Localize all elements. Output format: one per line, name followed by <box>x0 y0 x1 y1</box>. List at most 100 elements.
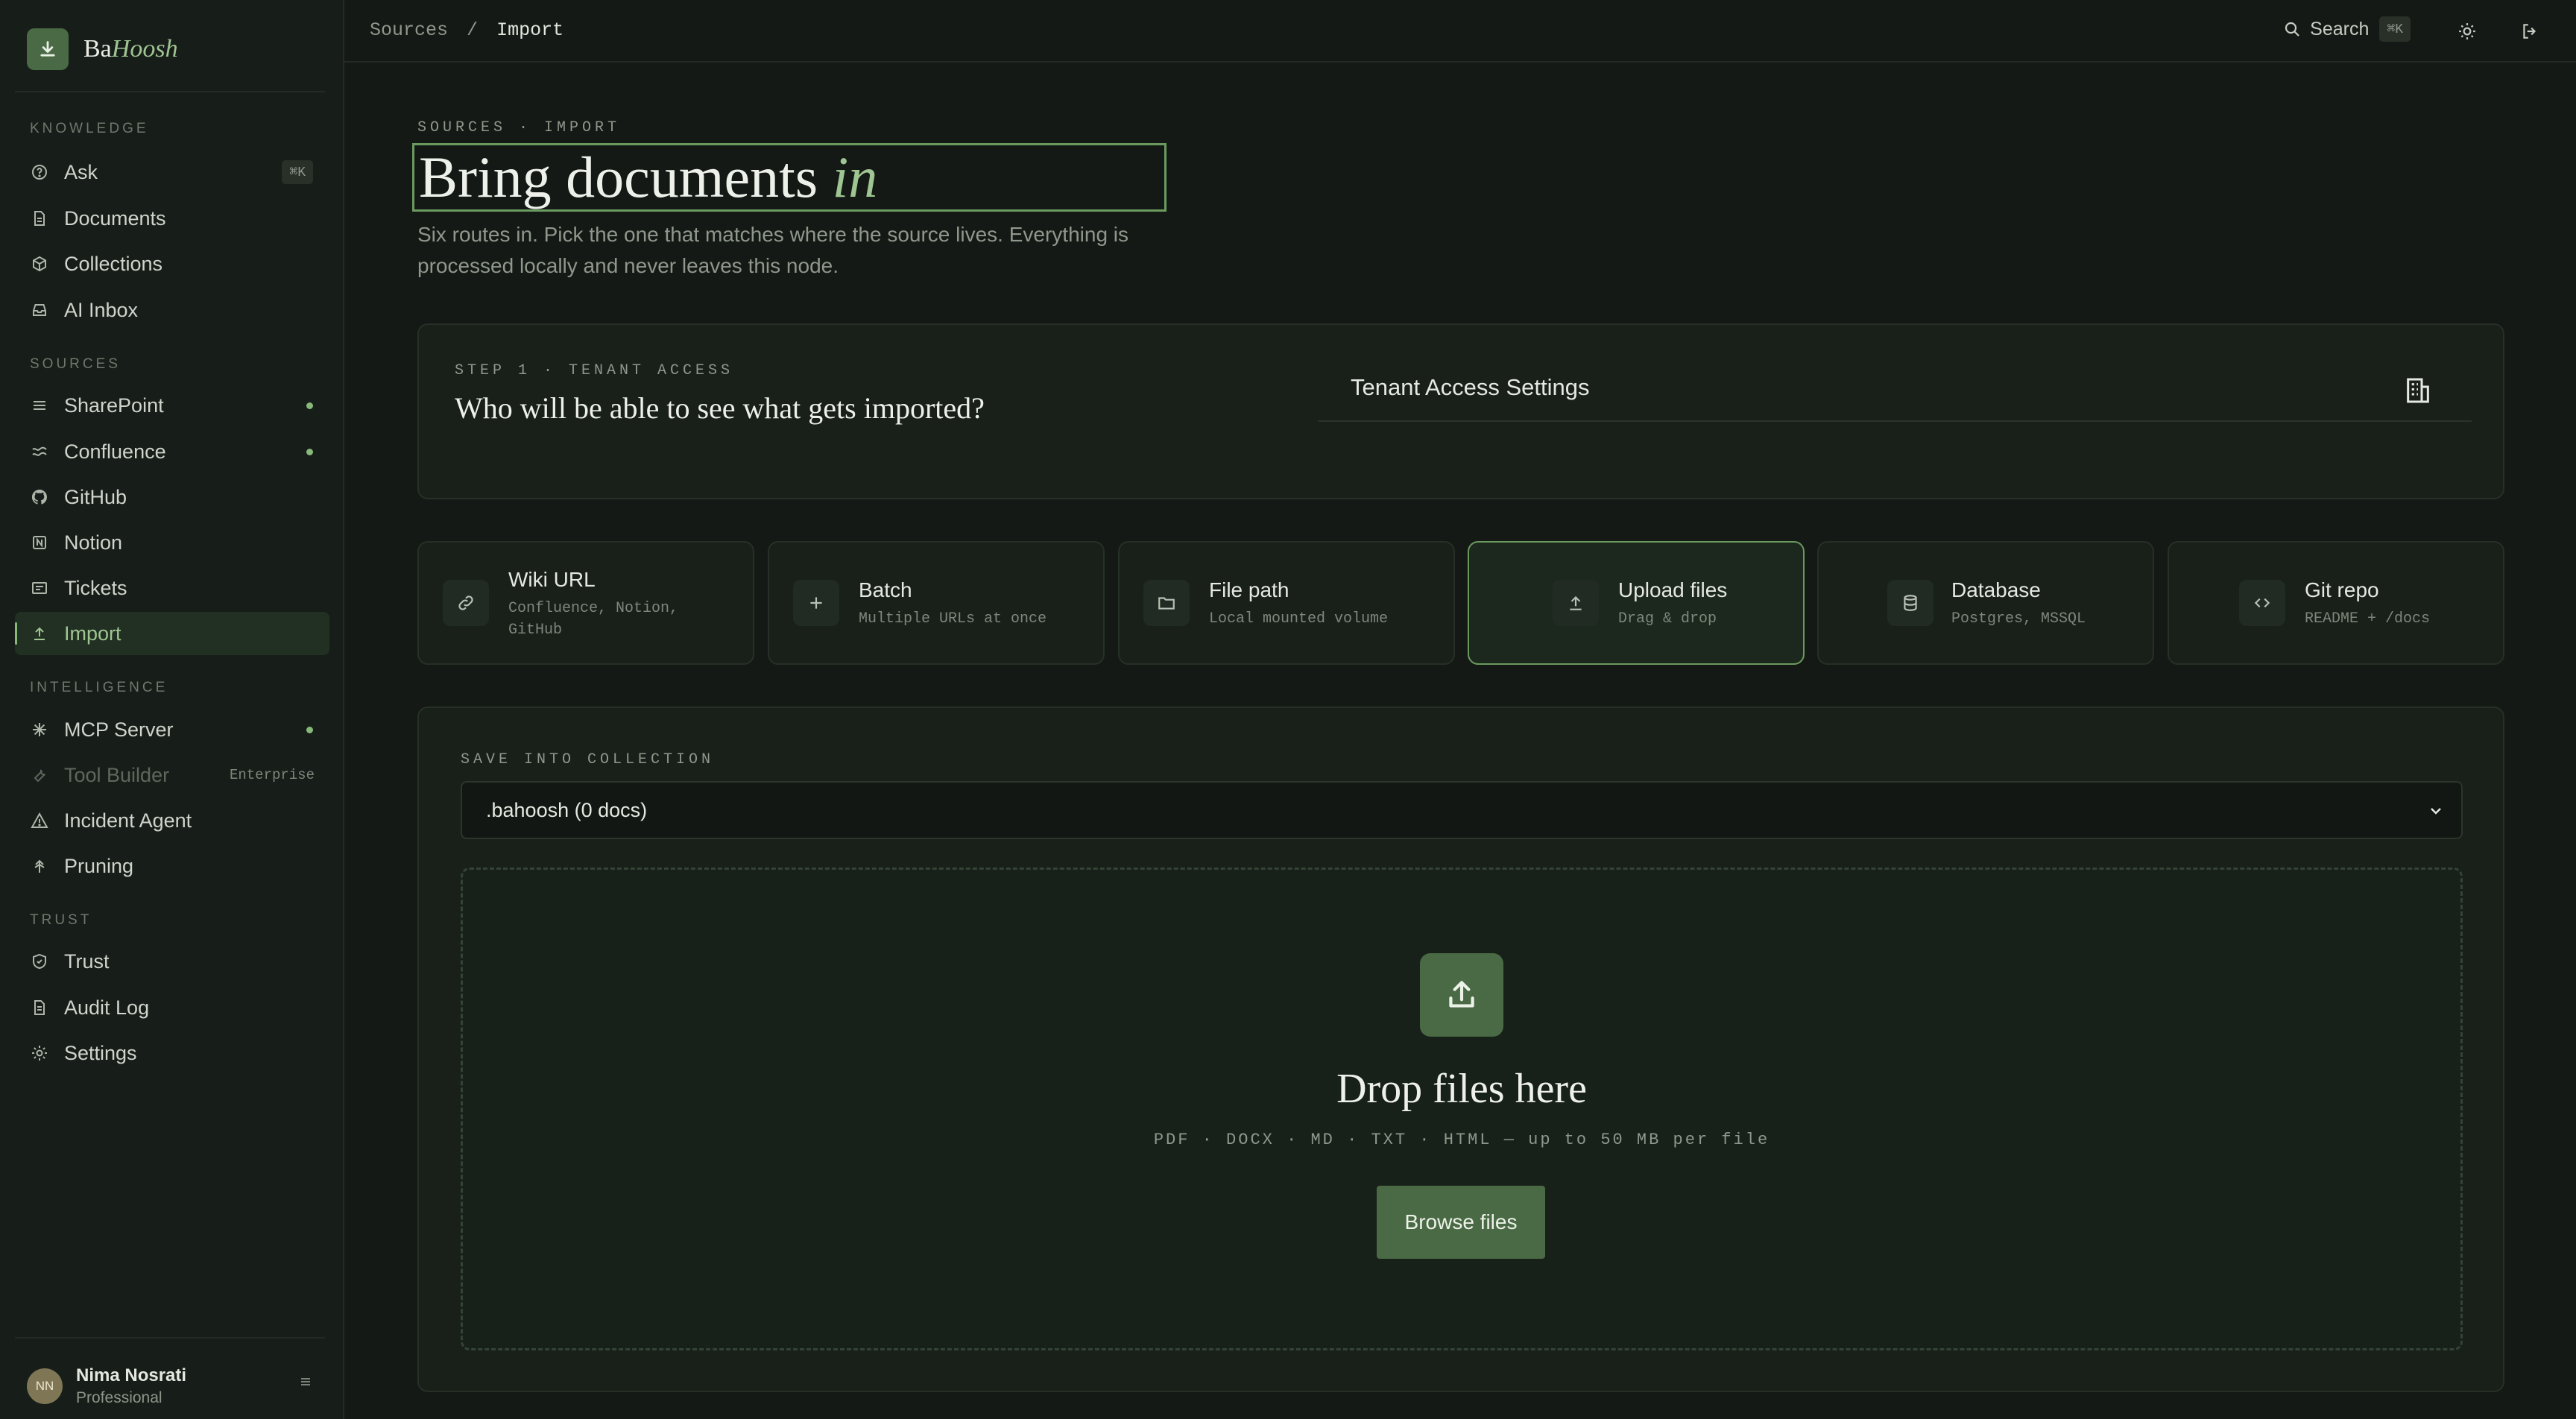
topbar: Sources / Import Search ⌘K <box>344 0 2576 63</box>
source-title: Batch <box>859 578 912 601</box>
upload-icon <box>1553 580 1599 626</box>
upload-panel: SAVE INTO COLLECTION .bahoosh (0 docs) D… <box>417 707 2504 1392</box>
sidebar-item-label: Confluence <box>64 440 166 463</box>
sidebar-item-import[interactable]: Import <box>15 612 329 655</box>
sidebar-item-label: SharePoint <box>64 394 164 417</box>
source-option-batch[interactable]: Batch Multiple URLs at once <box>768 541 1105 665</box>
user-menu-icon[interactable] <box>298 1374 313 1394</box>
plus-icon <box>793 580 839 626</box>
upload-icon <box>30 624 49 643</box>
tenant-question: Who will be able to see what gets import… <box>455 391 985 425</box>
sidebar-item-label: Tool Builder <box>64 763 170 786</box>
source-desc: Drag & drop <box>1618 610 1717 628</box>
sidebar-item-sharepoint[interactable]: SharePoint <box>15 384 329 427</box>
breadcrumb-parent[interactable]: Sources <box>370 19 448 41</box>
inbox-icon <box>30 300 49 320</box>
ticket-icon <box>30 578 49 598</box>
browse-files-button[interactable]: Browse files <box>1377 1186 1545 1259</box>
sidebar-item-tickets[interactable]: Tickets <box>15 566 329 610</box>
source-option-git-repo[interactable]: Git repo README + /docs <box>2168 541 2504 665</box>
sidebar-item-label: GitHub <box>64 485 127 508</box>
sidebar-item-ask[interactable]: Ask ⌘K <box>15 151 329 194</box>
sidebar-item-label: AI Inbox <box>64 298 139 321</box>
source-option-wiki-url[interactable]: Wiki URL Confluence, Notion, GitHub <box>417 541 754 665</box>
brand[interactable]: BaHoosh <box>27 28 178 70</box>
tenant-access-card: STEP 1 · TENANT ACCESS Who will be able … <box>417 323 2504 499</box>
nav-section-sources: SOURCES <box>30 356 121 372</box>
page-title: Bring documents in <box>412 143 1167 212</box>
folder-icon <box>1143 580 1190 626</box>
shortcut-badge: ⌘K <box>2379 16 2411 42</box>
status-dot <box>306 449 313 455</box>
sparkle-icon <box>30 720 49 739</box>
document-icon <box>30 209 49 228</box>
source-title: Upload files <box>1618 578 1728 601</box>
breadcrumb-separator: / <box>467 19 479 41</box>
sidebar-item-label: Import <box>64 622 121 645</box>
sidebar-item-ai-inbox[interactable]: AI Inbox <box>15 288 329 332</box>
theme-toggle-sun-icon[interactable] <box>2455 19 2479 43</box>
github-icon <box>30 487 49 507</box>
sidebar-item-notion[interactable]: Notion <box>15 521 329 564</box>
sidebar-item-label: Incident Agent <box>64 809 192 832</box>
question-circle-icon <box>30 162 49 182</box>
sidebar-item-label: MCP Server <box>64 718 174 741</box>
file-dropzone[interactable]: Drop files here PDF · DOCX · MD · TXT · … <box>461 867 2463 1350</box>
sidebar-item-tool-builder[interactable]: Tool Builder Enterprise <box>15 753 329 797</box>
sidebar-item-mcp-server[interactable]: MCP Server <box>15 708 329 751</box>
collection-select-value: .bahoosh (0 docs) <box>486 798 648 821</box>
link-icon <box>443 580 489 626</box>
breadcrumb-current: Import <box>496 19 564 41</box>
sidebar-item-github[interactable]: GitHub <box>15 475 329 519</box>
source-option-upload-files[interactable]: Upload files Drag & drop <box>1468 541 1805 665</box>
source-desc: Postgres, MSSQL <box>1951 610 2086 628</box>
nav-section-intelligence: INTELLIGENCE <box>30 680 168 695</box>
sidebar-item-label: Settings <box>64 1041 137 1064</box>
sidebar-item-settings[interactable]: Settings <box>15 1031 329 1075</box>
source-desc: README + /docs <box>2305 610 2431 628</box>
sidebar-item-audit-log[interactable]: Audit Log <box>15 986 329 1029</box>
drop-title: Drop files here <box>1336 1066 1587 1112</box>
user-name: Nima Nosrati <box>76 1365 187 1385</box>
source-desc: Local mounted volume <box>1209 610 1389 628</box>
code-icon <box>2239 580 2285 626</box>
shield-icon <box>30 952 49 971</box>
enterprise-badge: Enterprise <box>229 767 315 783</box>
layers-icon <box>30 396 49 415</box>
log-icon <box>30 998 49 1017</box>
shortcut-badge: ⌘K <box>282 160 313 184</box>
tenant-access-settings-button[interactable]: Tenant Access Settings <box>1318 355 2472 422</box>
sidebar-item-pruning[interactable]: Pruning <box>15 844 329 888</box>
tenant-settings-label: Tenant Access Settings <box>1351 374 1590 400</box>
sidebar-item-trust[interactable]: Trust <box>15 940 329 983</box>
sidebar-item-documents[interactable]: Documents <box>15 197 329 240</box>
collection-select[interactable]: .bahoosh (0 docs) <box>461 781 2463 839</box>
source-desc: Confluence, Notion, GitHub <box>508 600 679 639</box>
user-profile[interactable]: NN Nima Nosrati Professional <box>27 1365 186 1407</box>
sidebar: BaHoosh KNOWLEDGE Ask ⌘K Documents Colle… <box>0 0 344 1419</box>
search-label: Search <box>2310 18 2370 39</box>
source-option-database[interactable]: Database Postgres, MSSQL <box>1817 541 2154 665</box>
search-button[interactable]: Search ⌘K <box>2283 16 2411 42</box>
breadcrumb: Sources / Import <box>370 19 564 41</box>
sidebar-item-collections[interactable]: Collections <box>15 242 329 285</box>
source-title: Git repo <box>2305 578 2379 601</box>
brand-logo-icon <box>27 28 69 70</box>
supported-formats: PDF · DOCX · MD · TXT · HTML — up to 50 … <box>1153 1131 1770 1149</box>
sidebar-item-label: Collections <box>64 252 163 275</box>
notion-icon <box>30 533 49 552</box>
sidebar-item-incident-agent[interactable]: Incident Agent <box>15 799 329 842</box>
save-into-collection-label: SAVE INTO COLLECTION <box>461 751 715 768</box>
upload-icon <box>1420 953 1503 1037</box>
warning-icon <box>30 811 49 830</box>
wrench-icon <box>30 765 49 785</box>
logout-icon[interactable] <box>2518 19 2542 43</box>
sidebar-item-confluence[interactable]: Confluence <box>15 430 329 473</box>
database-icon <box>1887 580 1933 626</box>
nav-section-knowledge: KNOWLEDGE <box>30 121 149 136</box>
source-option-file-path[interactable]: File path Local mounted volume <box>1118 541 1455 665</box>
prune-icon <box>30 856 49 876</box>
gear-icon <box>30 1043 49 1063</box>
confluence-icon <box>30 442 49 461</box>
source-title: Database <box>1951 578 2041 601</box>
